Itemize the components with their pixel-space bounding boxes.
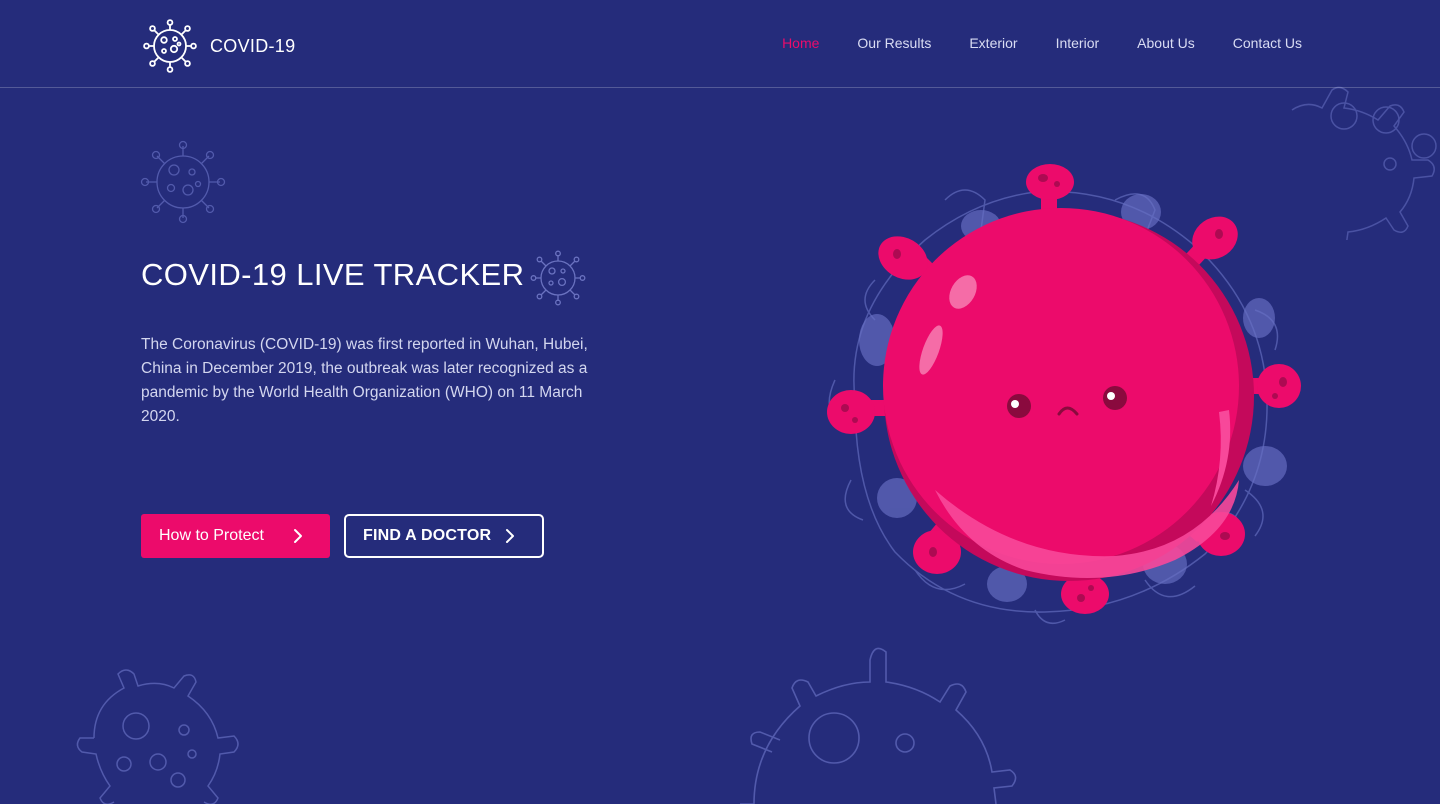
virus-outline-bottom-center (740, 647, 1017, 804)
virus-icon-title (530, 250, 586, 306)
how-to-protect-label: How to Protect (159, 527, 264, 544)
site-header: COVID-19 Home Our Results Exterior Inter… (0, 0, 1440, 88)
virus-character-illustration (827, 164, 1301, 625)
logo-link[interactable]: COVID-19 (142, 18, 295, 74)
hero-description: The Coronavirus (COVID-19) was first rep… (141, 336, 588, 425)
nav-link-interior[interactable]: Interior (1056, 34, 1100, 52)
find-a-doctor-button[interactable]: FIND A DOCTOR (344, 514, 544, 558)
nav-link-our-results[interactable]: Our Results (857, 34, 931, 52)
chevron-right-icon (294, 529, 302, 543)
nav-link-contact-us[interactable]: Contact Us (1233, 34, 1302, 52)
hero-title: COVID-19 LIVE TRACKER (141, 257, 525, 292)
virus-outline-bottom-left (76, 669, 239, 804)
nav-link-home[interactable]: Home (782, 34, 819, 52)
chevron-right-icon (506, 529, 514, 543)
virus-icon (143, 19, 197, 73)
virus-outline-small-top-left (140, 140, 226, 224)
landing-page: COVID-19 Home Our Results Exterior Inter… (0, 0, 1440, 804)
main-nav: Home Our Results Exterior Interior About… (744, 34, 1302, 52)
find-a-doctor-label: FIND A DOCTOR (363, 527, 492, 544)
logo-text: COVID-19 (210, 35, 296, 56)
nav-link-exterior[interactable]: Exterior (969, 34, 1017, 52)
how-to-protect-button[interactable]: How to Protect (141, 514, 330, 558)
nav-link-about-us[interactable]: About Us (1137, 34, 1195, 52)
